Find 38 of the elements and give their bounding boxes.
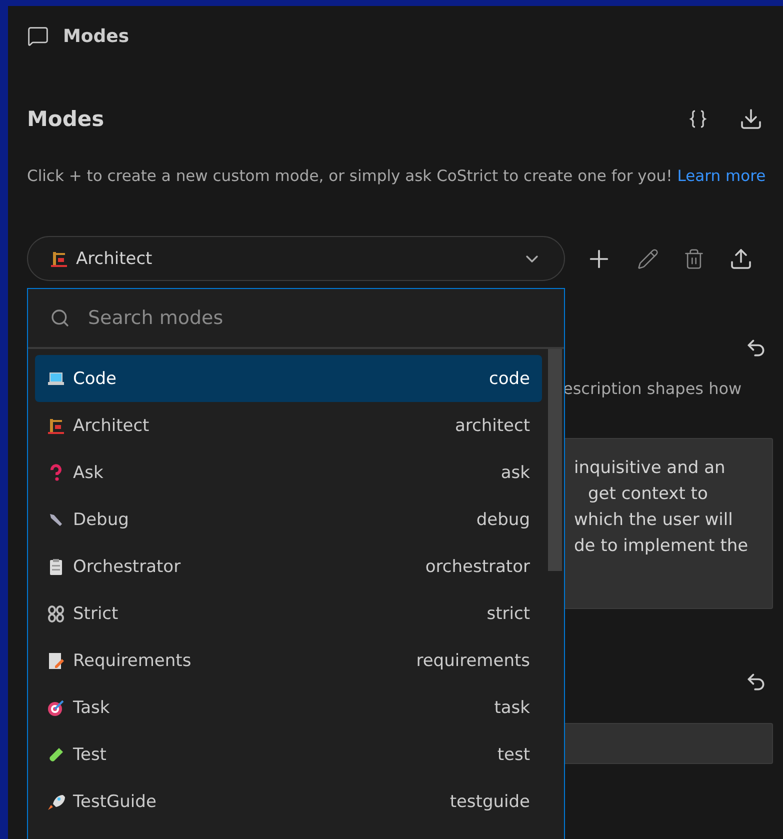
memo-icon	[47, 652, 65, 670]
crane-icon	[47, 416, 65, 434]
mode-select[interactable]: Architect	[27, 236, 565, 281]
upload-icon[interactable]	[729, 246, 753, 270]
description-text: Click + to create a new custom mode, or simply ask CoStrict to create one for you! Learn more	[27, 166, 767, 187]
panel-title: Modes	[63, 26, 130, 46]
target-icon	[47, 698, 65, 716]
description-fragment: escription shapes how	[563, 379, 743, 398]
mode-item[interactable]: Ask ask	[35, 449, 542, 496]
mode-item[interactable]: Strict strict	[35, 590, 542, 637]
crane-icon	[50, 250, 68, 268]
input-field[interactable]	[563, 723, 773, 764]
json-braces-icon[interactable]	[687, 108, 709, 130]
learn-more-link[interactable]: Learn more	[677, 167, 766, 185]
mode-item[interactable]: Test test	[35, 731, 542, 778]
search-icon	[50, 308, 70, 328]
section-title: Modes	[27, 107, 104, 131]
download-icon[interactable]	[739, 107, 763, 131]
mode-item[interactable]: Task task	[35, 684, 542, 731]
mode-item[interactable]: Debug debug	[35, 496, 542, 543]
undo-icon[interactable]	[745, 337, 767, 359]
pencil-icon[interactable]	[637, 248, 659, 270]
trash-icon[interactable]	[683, 248, 705, 270]
test-tube-icon	[47, 746, 65, 764]
search-field[interactable]: Search modes	[86, 306, 490, 330]
mode-item[interactable]: TestGuide testguide	[35, 778, 542, 825]
mode-item[interactable]: Code code	[35, 355, 542, 402]
mode-item[interactable]: Orchestrator orchestrator	[35, 543, 542, 590]
laptop-icon	[47, 370, 65, 388]
rocket-icon	[47, 792, 65, 810]
mode-item[interactable]: Requirements requirements	[35, 637, 542, 684]
prompt-textarea[interactable]: inquisitive and an get context to which the user will de to implement the	[563, 438, 773, 609]
chat-icon	[27, 25, 49, 47]
mode-item[interactable]: Architect architect	[35, 402, 542, 449]
clipboard-icon	[47, 558, 65, 576]
scrollbar-thumb[interactable]	[548, 349, 562, 571]
undo-icon[interactable]	[745, 671, 767, 693]
chain-icon	[47, 604, 65, 622]
